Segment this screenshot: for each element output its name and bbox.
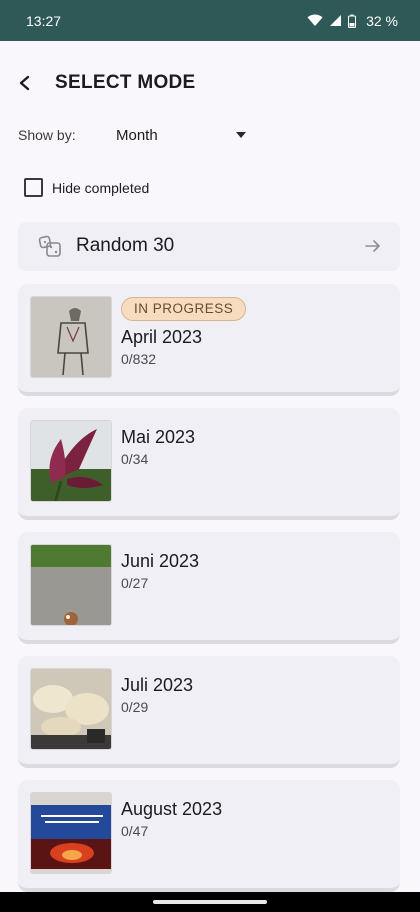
arrow-back-icon [19,75,30,91]
month-title: August 2023 [121,799,223,819]
month-card-april-2023[interactable]: IN PROGRESS April 2023 0/832 [18,284,400,396]
battery-icon [348,14,357,28]
hide-completed-label: Hide completed [52,179,150,196]
signal-icon [330,15,342,26]
status-bar: 13:27 32 % [0,0,420,41]
hide-completed-checkbox[interactable] [24,178,43,197]
battery-percent: 32 % [366,12,398,29]
home-gesture-handle[interactable] [153,900,267,904]
month-title: April 2023 [121,327,203,347]
month-card-juli-2023[interactable]: Juli 2023 0/29 [18,656,400,768]
page-title: SELECT MODE [55,72,196,93]
dropdown-caret-icon [236,132,246,138]
arrow-forward-icon [365,240,380,252]
random-mode-button[interactable]: Random 30 [18,222,400,271]
show-by-value: Month [116,126,158,144]
month-thumbnail [30,296,112,378]
month-title: Juli 2023 [121,675,194,695]
app-bar: SELECT MODE [0,60,420,106]
month-card-august-2023[interactable]: August 2023 0/47 [18,780,400,892]
month-count: 0/832 [121,351,157,367]
hide-completed-row[interactable]: Hide completed [24,178,149,197]
month-count: 0/34 [121,451,149,467]
show-by-label: Show by: [18,127,76,143]
month-title: Mai 2023 [121,427,196,447]
month-title: Juni 2023 [121,551,200,571]
month-thumbnail [30,792,112,874]
month-count: 0/27 [121,575,149,591]
random-mode-label: Random 30 [76,235,175,256]
show-by-row: Show by: Month [18,124,402,146]
month-thumbnail [30,544,112,626]
status-time: 13:27 [26,12,62,29]
month-card-juni-2023[interactable]: Juni 2023 0/27 [18,532,400,644]
month-card-mai-2023[interactable]: Mai 2023 0/34 [18,408,400,520]
in-progress-badge: IN PROGRESS [121,297,247,321]
month-thumbnail [30,420,112,502]
system-navigation-bar [0,892,420,912]
dice-icon [38,235,61,257]
wifi-icon [307,14,323,26]
month-count: 0/47 [121,823,149,839]
show-by-dropdown[interactable]: Month [116,127,246,144]
month-thumbnail [30,668,112,750]
back-button[interactable] [12,70,38,96]
month-count: 0/29 [121,699,149,715]
